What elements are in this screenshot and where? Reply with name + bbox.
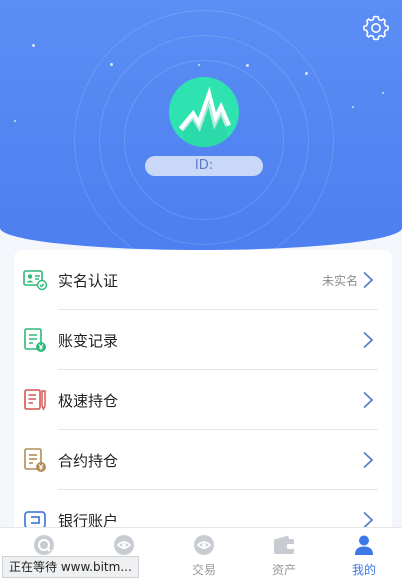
tab-label: 交易 xyxy=(191,563,216,577)
tab-label: 资产 xyxy=(271,563,296,577)
chevron-right-icon xyxy=(363,271,374,289)
menu-item-contract-position[interactable]: 合约持仓 xyxy=(14,430,392,490)
decor-star xyxy=(198,64,200,66)
browser-status-bar: 正在等待 www.bitm... xyxy=(2,556,139,578)
verification-status: 未实名 xyxy=(321,274,358,288)
avatar[interactable] xyxy=(169,77,239,147)
decor-star xyxy=(305,72,308,75)
user-icon xyxy=(355,535,373,555)
wallet-icon xyxy=(274,535,294,554)
menu-item-label: 账变记录 xyxy=(58,332,119,350)
decor-star xyxy=(32,44,35,47)
menu-item-fast-position[interactable]: 极速持仓 xyxy=(14,370,392,430)
menu-item-account-records[interactable]: 账变记录 xyxy=(14,310,392,370)
market-icon xyxy=(114,535,134,555)
tab-assets[interactable]: 资产 xyxy=(244,528,324,580)
profile-header: ID: xyxy=(0,0,402,250)
tab-label: 我的 xyxy=(351,563,376,577)
menu-item-label: 实名认证 xyxy=(58,272,119,290)
chevron-right-icon xyxy=(363,331,374,349)
menu-item-label: 极速持仓 xyxy=(58,392,119,410)
tab-mine[interactable]: 我的 xyxy=(324,528,402,580)
menu-item-real-name[interactable]: 实名认证 未实名 xyxy=(14,250,392,310)
ledger-icon xyxy=(24,328,46,352)
fast-position-icon xyxy=(24,389,46,411)
contract-position-icon xyxy=(24,448,46,472)
menu-card: 实名认证 未实名 账变记录 极速持仓 合约持仓 银行账户 xyxy=(14,250,392,540)
trade-icon xyxy=(194,535,214,555)
user-id: ID: xyxy=(145,156,263,176)
logo-icon xyxy=(178,86,231,147)
decor-star xyxy=(110,63,113,66)
decor-star xyxy=(382,92,384,94)
decor-star xyxy=(246,64,249,67)
chevron-right-icon xyxy=(363,391,374,409)
tab-trade[interactable]: 交易 xyxy=(164,528,244,580)
menu-item-label: 合约持仓 xyxy=(58,452,119,470)
decor-star xyxy=(352,106,354,108)
chevron-right-icon xyxy=(363,451,374,469)
id-card-icon xyxy=(23,270,48,291)
home-icon xyxy=(34,535,54,555)
gear-icon[interactable] xyxy=(362,14,390,42)
decor-star xyxy=(14,120,16,122)
